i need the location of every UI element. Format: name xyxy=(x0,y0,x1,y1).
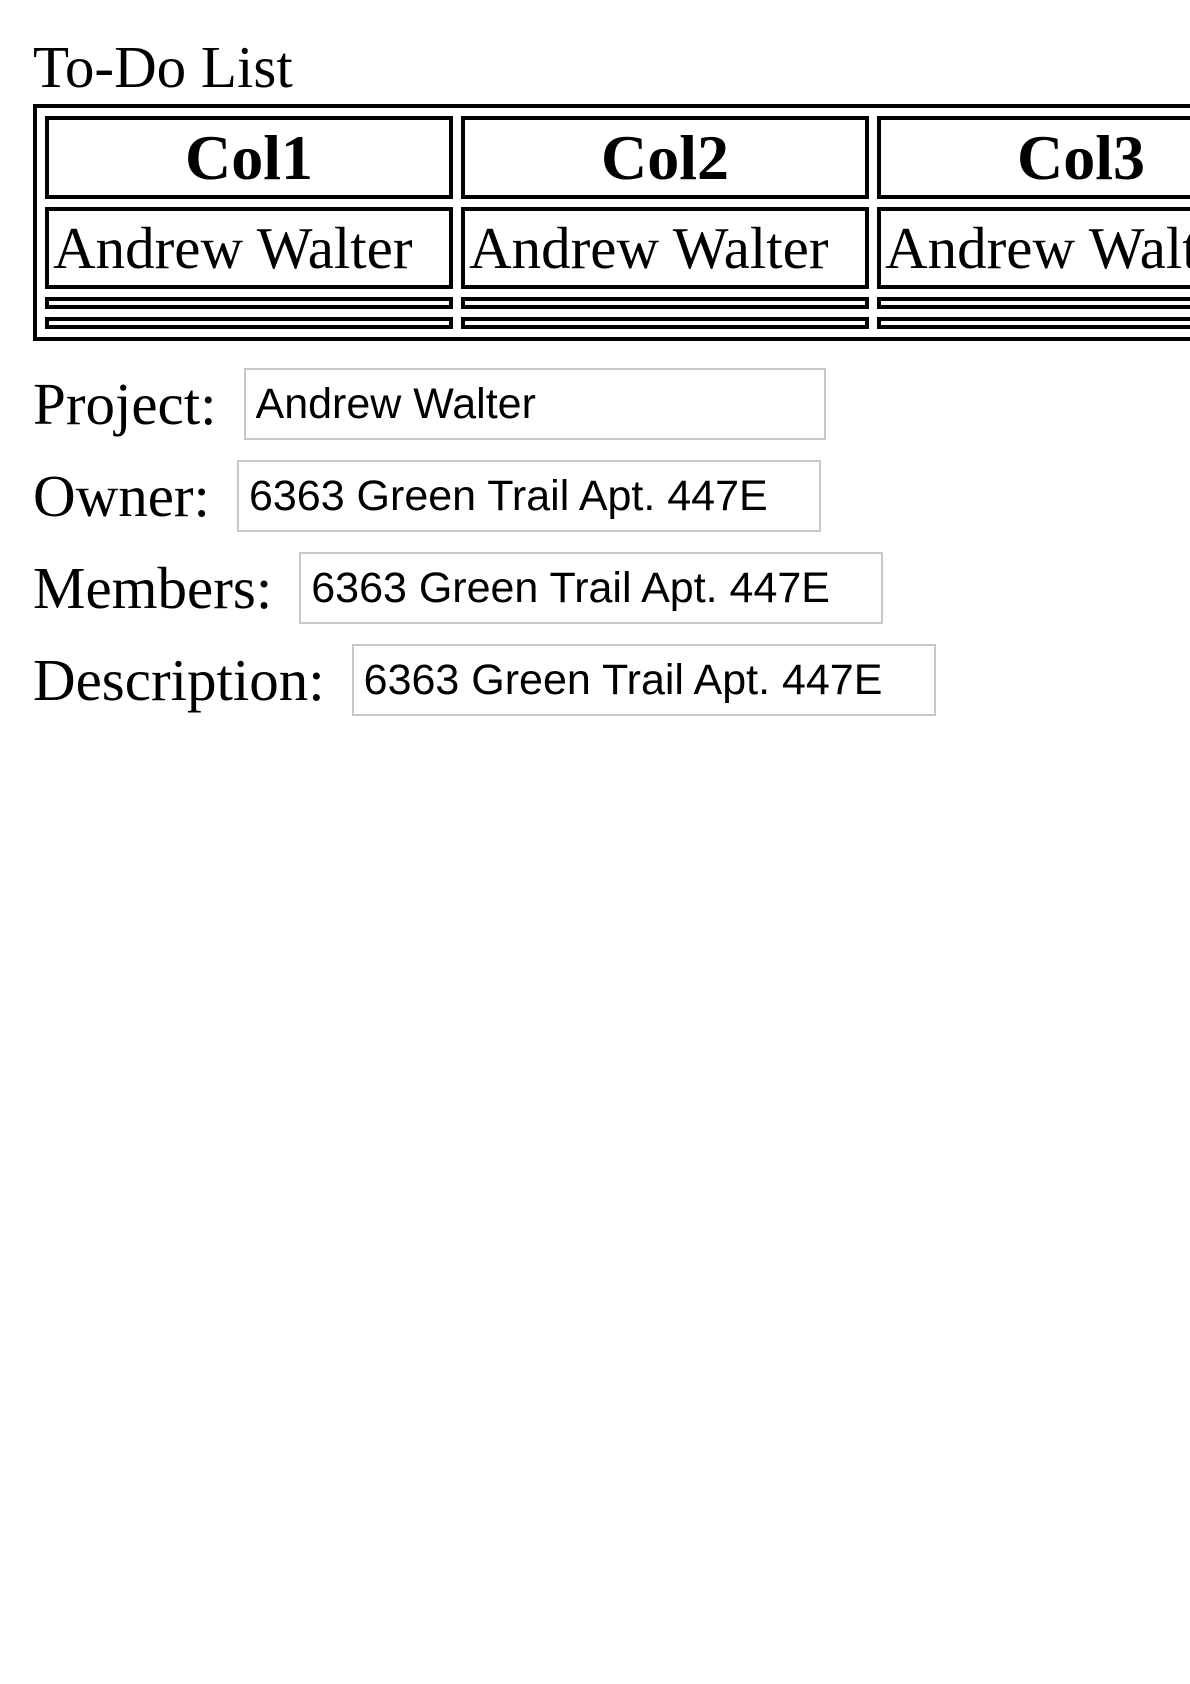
empty-table-cell xyxy=(45,297,453,309)
empty-table-cell xyxy=(877,297,1190,309)
description-input[interactable] xyxy=(351,644,936,716)
project-input[interactable] xyxy=(243,368,826,440)
column-header-col2: Col2 xyxy=(461,116,869,199)
table-row: Andrew Walter Andrew Walter Andrew Walte… xyxy=(45,207,1190,289)
table-header-row: Col1 Col2 Col3 xyxy=(45,116,1190,199)
owner-field-row: Owner: xyxy=(33,458,821,534)
empty-table-cell xyxy=(461,297,869,309)
page-title: To-Do List xyxy=(33,34,293,100)
description-label: Description: xyxy=(33,647,325,713)
todo-table: Col1 Col2 Col3 Andrew Walter Andrew Walt… xyxy=(33,104,1190,341)
project-label: Project: xyxy=(33,371,217,437)
project-field-row: Project: xyxy=(33,366,826,442)
todo-table-container: Col1 Col2 Col3 Andrew Walter Andrew Walt… xyxy=(33,104,1190,358)
empty-table-cell xyxy=(461,317,869,329)
empty-table-cell xyxy=(45,317,453,329)
column-header-col3: Col3 xyxy=(877,116,1190,199)
owner-label: Owner: xyxy=(33,463,210,529)
table-cell: Andrew Walter xyxy=(877,207,1190,289)
members-field-row: Members: xyxy=(33,550,884,626)
table-cell: Andrew Walter xyxy=(461,207,869,289)
table-cell: Andrew Walter xyxy=(45,207,453,289)
owner-input[interactable] xyxy=(236,460,821,532)
description-field-row: Description: xyxy=(33,642,936,718)
members-input[interactable] xyxy=(299,552,884,624)
empty-table-row xyxy=(45,297,1190,309)
empty-table-cell xyxy=(877,317,1190,329)
column-header-col1: Col1 xyxy=(45,116,453,199)
members-label: Members: xyxy=(33,555,273,621)
empty-table-row xyxy=(45,317,1190,329)
